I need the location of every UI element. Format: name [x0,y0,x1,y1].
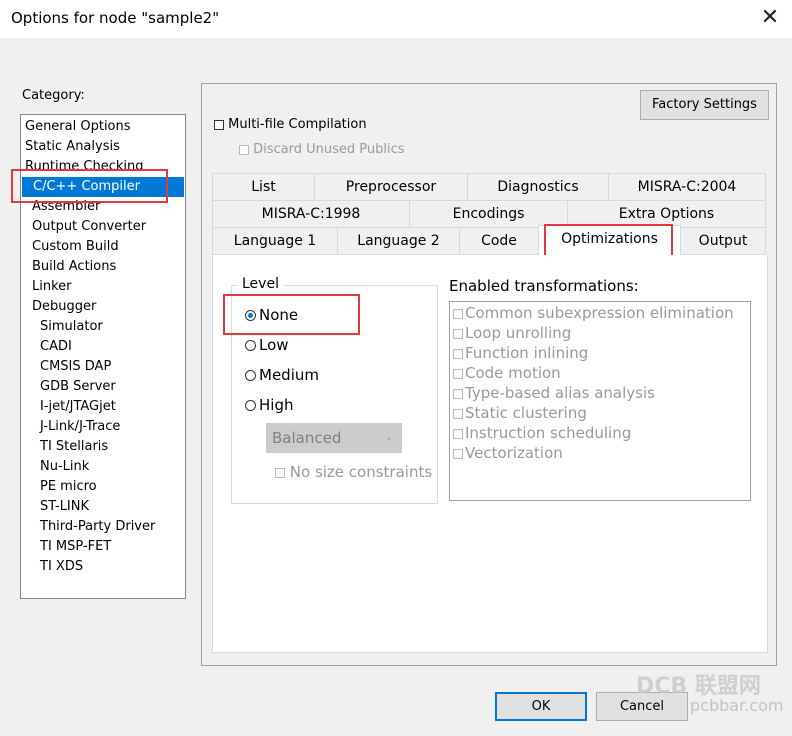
transformation-item: Type-based alias analysis [453,383,655,403]
discard-unused-publics-label: Discard Unused Publics [253,142,405,157]
transformation-checkbox [453,368,463,379]
no-size-constraints-label: No size constraints [289,463,433,481]
level-low-label[interactable]: Low [259,336,289,354]
high-mode-select: Balanced ⌄ [266,423,402,453]
category-item-nu-link[interactable]: Nu-Link [40,457,89,477]
enabled-transformations-list: Common subexpression elimination Loop un… [449,301,751,501]
category-item-static-analysis[interactable]: Static Analysis [25,137,120,157]
category-item-output-converter[interactable]: Output Converter [32,217,146,237]
transformation-item: Function inlining [453,343,588,363]
level-medium-label[interactable]: Medium [259,366,319,384]
category-item-cadi[interactable]: CADI [40,337,72,357]
tab-list[interactable]: List [212,173,315,201]
category-item-ti-stellaris[interactable]: TI Stellaris [40,437,108,457]
no-size-checkbox-box [275,467,285,478]
level-low-radio[interactable] [245,340,256,351]
category-item-ti-msp-fet[interactable]: TI MSP-FET [40,537,111,557]
transformation-item: Static clustering [453,403,587,423]
category-item-build-actions[interactable]: Build Actions [32,257,116,277]
tab-language-2[interactable]: Language 2 [337,227,460,255]
high-mode-value: Balanced [272,429,342,447]
transformation-checkbox [453,428,463,439]
transformation-checkbox [453,308,463,319]
transformation-checkbox [453,348,463,359]
transformation-item: Common subexpression elimination [453,303,734,323]
no-size-constraints-checkbox: No size constraints [275,463,432,481]
discard-checkbox-box [239,144,249,155]
level-high-radio[interactable] [245,400,256,411]
tab-output[interactable]: Output [680,227,766,255]
highlight-box-category [11,169,168,203]
category-item-cmsis-dap[interactable]: CMSIS DAP [40,357,111,377]
tab-misra-c-2004[interactable]: MISRA-C:2004 [608,173,766,201]
transformation-checkbox [453,408,463,419]
level-label: Level [238,276,283,292]
category-item-debugger[interactable]: Debugger [32,297,96,317]
watermark-url: pcbbar.com [690,696,784,715]
transformation-item: Code motion [453,363,561,383]
close-icon[interactable]: ✕ [760,6,780,30]
transformation-item: Instruction scheduling [453,423,631,443]
category-item-runtime-checking[interactable]: Runtime Checking [25,157,144,169]
ok-button[interactable]: OK [495,692,587,721]
category-item-simulator[interactable]: Simulator [40,317,103,337]
category-item-ijet-jtagjet[interactable]: I-jet/JTAGjet [40,397,116,417]
chevron-down-icon: ⌄ [384,432,393,443]
transformation-item: Loop unrolling [453,323,571,343]
category-item-third-party-driver[interactable]: Third-Party Driver [40,517,155,537]
tab-language-1[interactable]: Language 1 [212,227,338,255]
category-item-custom-build[interactable]: Custom Build [32,237,119,257]
transformation-checkbox [453,448,463,459]
level-medium-radio[interactable] [245,370,256,381]
level-high-label[interactable]: High [259,396,293,414]
factory-settings-button[interactable]: Factory Settings [640,90,769,120]
tab-preprocessor[interactable]: Preprocessor [314,173,468,201]
transformation-checkbox [453,388,463,399]
window-title: Options for node "sample2" [11,9,220,27]
transformation-item: Vectorization [453,443,563,463]
discard-unused-publics-checkbox: Discard Unused Publics [239,142,405,157]
transformation-checkbox [453,328,463,339]
enabled-transformations-label: Enabled transformations: [449,277,639,295]
highlight-box-level-none [223,294,360,335]
category-item-st-link[interactable]: ST-LINK [40,497,89,517]
tab-misra-c-1998[interactable]: MISRA-C:1998 [212,200,410,228]
category-item-linker[interactable]: Linker [32,277,72,297]
multifile-compilation-checkbox[interactable]: Multi-file Compilation [214,117,367,132]
multifile-compilation-label: Multi-file Compilation [228,117,367,132]
category-item-pe-micro[interactable]: PE micro [40,477,97,497]
category-item-jlink-jtrace[interactable]: J-Link/J-Trace [40,417,120,437]
tab-diagnostics[interactable]: Diagnostics [467,173,609,201]
category-item-ti-xds[interactable]: TI XDS [40,557,83,577]
category-label: Category: [22,88,85,103]
multifile-checkbox-box[interactable] [214,119,224,130]
category-item-general-options[interactable]: General Options [25,117,131,137]
tab-code[interactable]: Code [459,227,539,255]
category-item-gdb-server[interactable]: GDB Server [40,377,116,397]
